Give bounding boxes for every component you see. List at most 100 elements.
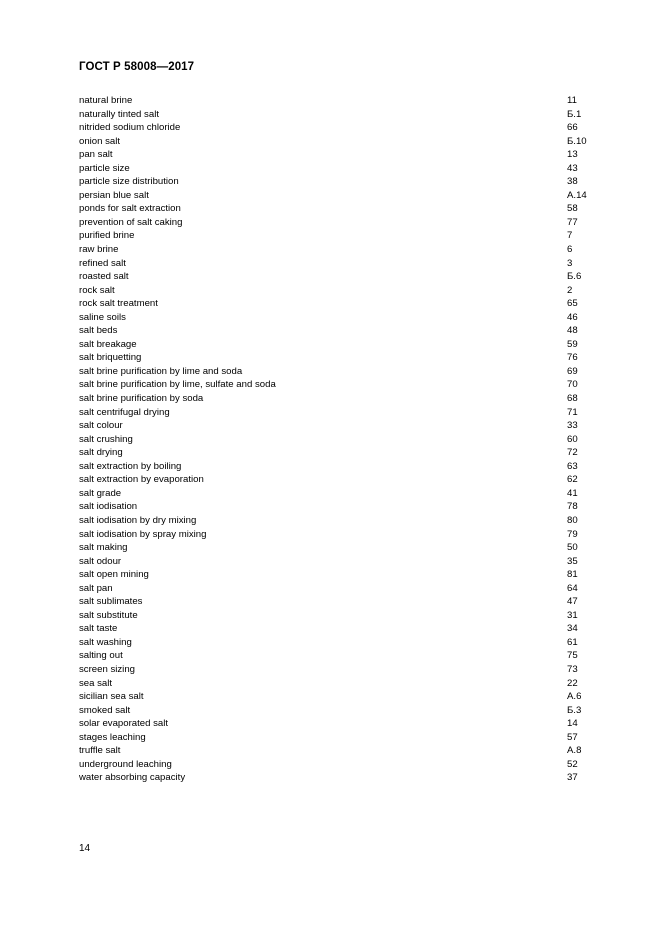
index-entry: screen sizing 73 — [79, 663, 599, 677]
index-entry: solar evaporated salt 14 — [79, 717, 599, 731]
index-reference: 31 — [567, 609, 578, 621]
index-term: salt iodisation — [79, 501, 138, 513]
index-reference: 2 — [567, 284, 573, 296]
index-term: underground leaching — [79, 758, 172, 770]
index-term: ponds for salt extraction — [79, 203, 181, 215]
index-reference: 79 — [567, 528, 578, 540]
index-reference: 6 — [567, 244, 573, 256]
index-term: truffle salt — [79, 745, 121, 757]
index-entry: salt washing 61 — [79, 636, 599, 650]
index-reference: 13 — [567, 149, 578, 161]
index-term: salt centrifugal drying — [79, 406, 170, 418]
index-entry: salt breakage 59 — [79, 338, 599, 352]
index-reference: 57 — [567, 731, 578, 743]
index-entry: ponds for salt extraction 58 — [79, 202, 599, 216]
index-reference: Б.10 — [567, 135, 587, 147]
index-term: salt grade — [79, 487, 122, 499]
index-reference: 33 — [567, 420, 578, 432]
index-reference: 14 — [567, 718, 578, 730]
index-term: salt odour — [79, 555, 122, 567]
index-entry: smoked salt Б.3 — [79, 704, 599, 718]
index-entry: salt taste 34 — [79, 622, 599, 636]
index-entry: stages leaching 57 — [79, 731, 599, 745]
index-entry: salt drying 72 — [79, 446, 599, 460]
index-term: roasted salt — [79, 271, 129, 283]
index-term: salt iodisation by spray mixing — [79, 528, 207, 540]
index-entry: salt crushing 60 — [79, 433, 599, 447]
index-term: salt brine purification by soda — [79, 393, 204, 405]
index-term: salt briquetting — [79, 352, 142, 364]
index-reference: 11 — [567, 95, 577, 106]
index-term: natural brine — [79, 95, 133, 106]
alphabetical-index: natural brine 11 naturally tinted salt Б.1 n… — [79, 94, 599, 785]
index-term: saline soils — [79, 311, 126, 323]
index-term: salt extraction by evaporation — [79, 474, 204, 486]
index-term: nitrided sodium chloride — [79, 122, 181, 134]
index-entry: salt iodisation by dry mixing 80 — [79, 514, 599, 528]
index-entry: salt brine purification by lime, sulfate… — [79, 378, 599, 392]
index-reference: A.8 — [567, 745, 582, 757]
index-entry: salt colour 33 — [79, 419, 599, 433]
index-term: salt beds — [79, 325, 118, 337]
index-entry: salting out 75 — [79, 649, 599, 663]
index-entry: salt iodisation by spray mixing 79 — [79, 528, 599, 542]
index-reference: 52 — [567, 758, 578, 770]
index-term: salt sublimates — [79, 596, 143, 608]
index-reference: 46 — [567, 311, 578, 323]
index-term: salt substitute — [79, 609, 138, 621]
index-reference: 38 — [567, 176, 578, 188]
index-entry: salt odour 35 — [79, 555, 599, 569]
index-entry: salt centrifugal drying 71 — [79, 406, 599, 420]
index-entry: rock salt 2 — [79, 284, 599, 298]
index-entry: naturally tinted salt Б.1 — [79, 108, 599, 122]
index-reference: 69 — [567, 365, 578, 377]
index-term: sea salt — [79, 677, 113, 689]
index-entry: salt making 50 — [79, 541, 599, 555]
index-entry: salt extraction by boiling 63 — [79, 460, 599, 474]
index-entry: truffle salt A.8 — [79, 744, 599, 758]
index-reference: 70 — [567, 379, 578, 391]
index-reference: 81 — [567, 569, 578, 581]
index-reference: 35 — [567, 555, 578, 567]
index-term: pan salt — [79, 149, 113, 161]
index-term: naturally tinted salt — [79, 108, 159, 120]
index-entry: rock salt treatment 65 — [79, 297, 599, 311]
index-reference: 7 — [567, 230, 573, 242]
index-term: salt brine purification by lime, sulfate… — [79, 379, 276, 391]
index-reference: 48 — [567, 325, 578, 337]
index-entry: salt open mining 81 — [79, 568, 599, 582]
index-reference: A.6 — [567, 691, 582, 703]
index-reference: 43 — [567, 162, 578, 174]
index-entry: sea salt 22 — [79, 677, 599, 691]
index-entry: salt pan 64 — [79, 582, 599, 596]
index-term: particle size — [79, 162, 130, 174]
index-term: raw brine — [79, 244, 119, 256]
index-entry: particle size distribution 38 — [79, 175, 599, 189]
index-entry: pan salt 13 — [79, 148, 599, 162]
index-entry: raw brine 6 — [79, 243, 599, 257]
index-term: salt pan — [79, 582, 113, 594]
index-entry: roasted salt Б.6 — [79, 270, 599, 284]
index-reference: 72 — [567, 447, 578, 459]
index-term: smoked salt — [79, 704, 131, 716]
index-entry: natural brine 11 — [79, 94, 599, 108]
index-term: salt washing — [79, 636, 132, 648]
index-term: persian blue salt — [79, 189, 149, 201]
index-entry: salt sublimates 47 — [79, 595, 599, 609]
index-reference: 41 — [567, 487, 578, 499]
index-reference: A.14 — [567, 189, 587, 201]
index-entry: particle size 43 — [79, 162, 599, 176]
index-reference: 37 — [567, 772, 578, 784]
index-term: salt breakage — [79, 338, 137, 350]
index-entry: persian blue salt A.14 — [79, 189, 599, 203]
index-term: salt iodisation by dry mixing — [79, 514, 197, 526]
index-term: salt colour — [79, 420, 123, 432]
index-reference: 60 — [567, 433, 578, 445]
index-reference: 61 — [567, 636, 578, 648]
index-entry: salt grade 41 — [79, 487, 599, 501]
index-term: rock salt treatment — [79, 298, 158, 310]
index-entry: saline soils 46 — [79, 311, 599, 325]
index-entry: nitrided sodium chloride 66 — [79, 121, 599, 135]
index-reference: 34 — [567, 623, 578, 635]
index-reference: 68 — [567, 393, 578, 405]
